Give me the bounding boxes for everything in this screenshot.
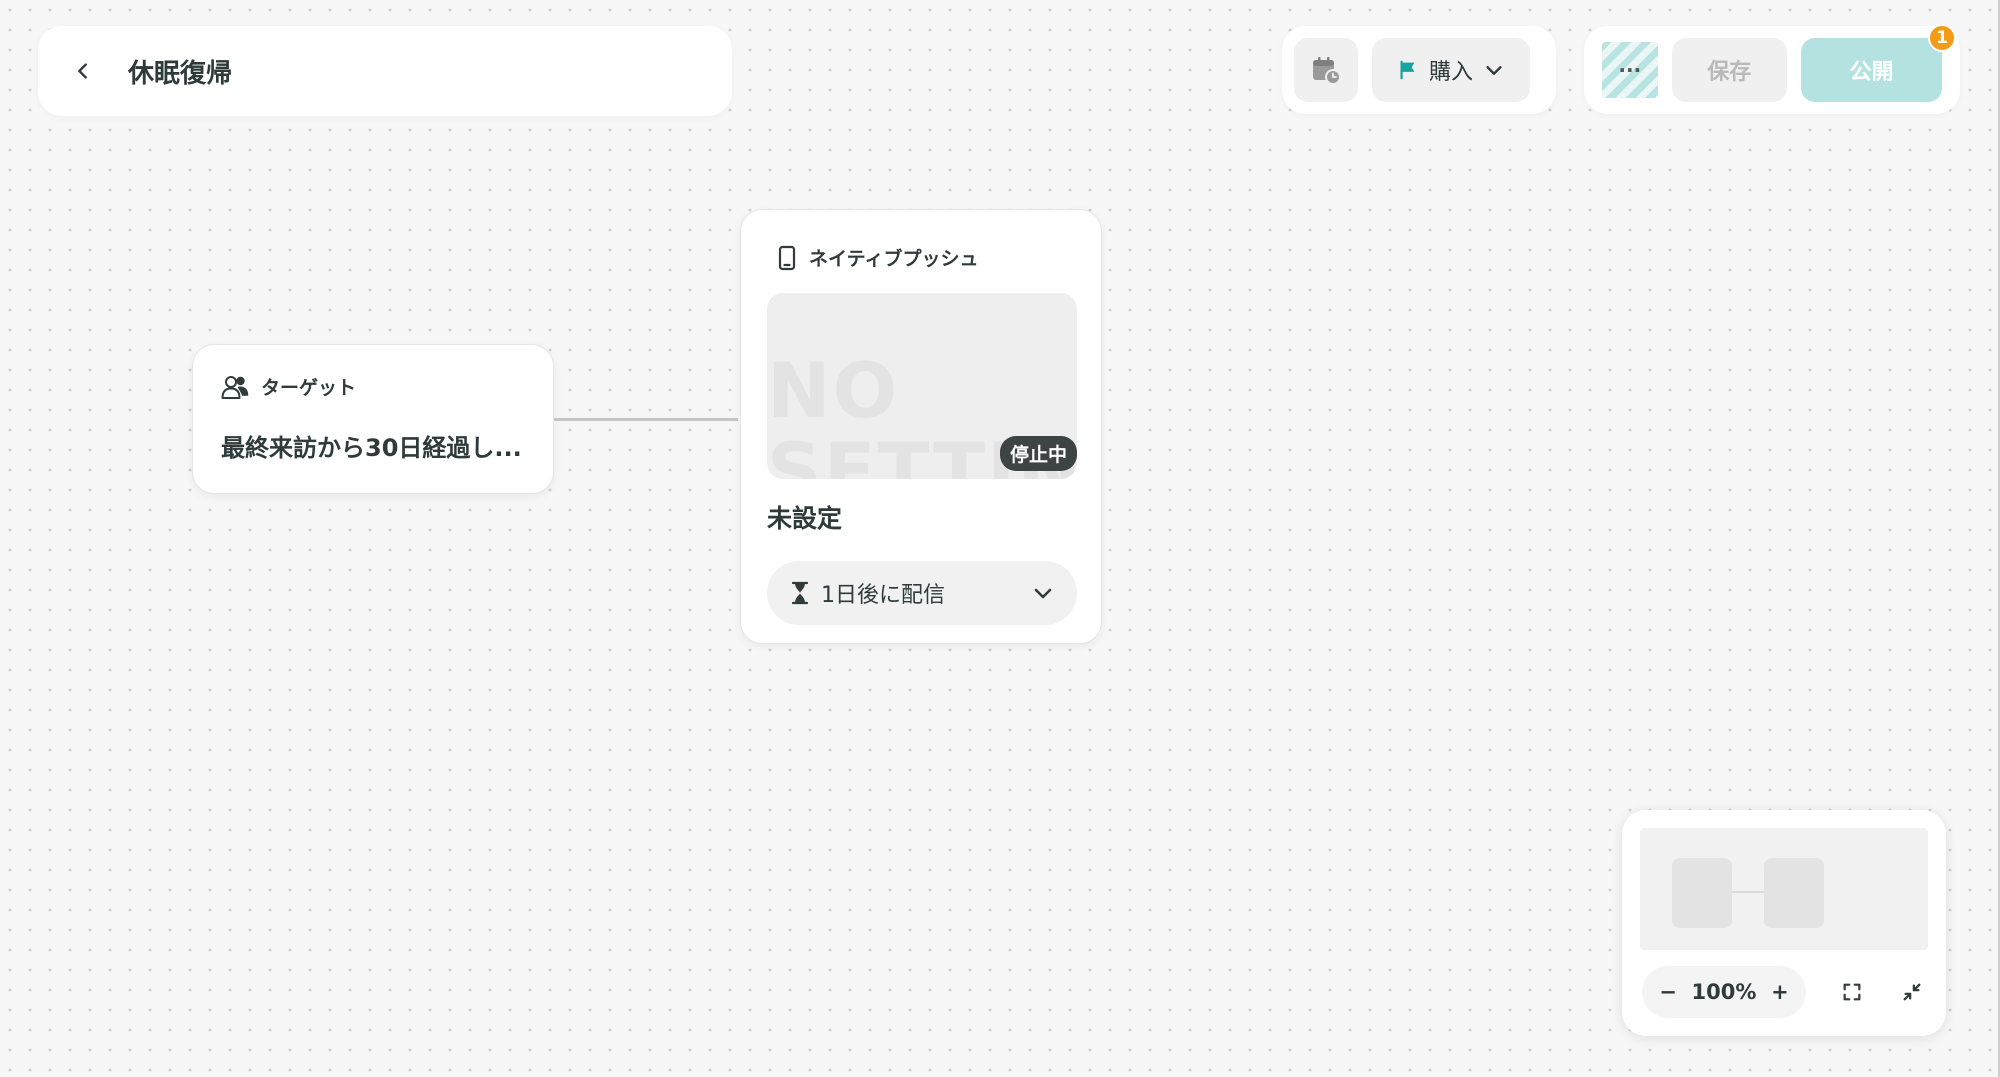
publish-button[interactable]: 公開 1: [1800, 24, 1956, 102]
collapse-button[interactable]: [1896, 976, 1928, 1008]
flag-icon: [1400, 60, 1415, 80]
publish-label: 公開: [1849, 60, 1894, 85]
notification-badge: 1: [1928, 24, 1956, 52]
node-connector: [554, 418, 738, 421]
hourglass-icon: [791, 581, 809, 605]
minus-icon: −: [1659, 980, 1677, 1004]
page-title: 休眠復帰: [128, 58, 233, 89]
delivery-timing-dropdown[interactable]: 1日後に配信: [767, 561, 1077, 625]
users-icon: [221, 375, 249, 399]
zoom-control: − 100% +: [1642, 966, 1806, 1018]
calendar-clock-icon: [1313, 57, 1341, 85]
status-badge: 停止中: [999, 436, 1077, 471]
schedule-button[interactable]: [1294, 38, 1358, 102]
toolbar-right: ··· 保存 公開 1: [1584, 24, 1960, 114]
push-preview: NO SETTING 停止中: [767, 293, 1077, 479]
goal-dropdown[interactable]: 購入: [1372, 38, 1530, 102]
more-button[interactable]: ···: [1602, 42, 1658, 98]
chevron-down-icon: [1034, 588, 1052, 599]
expand-icon: [1843, 983, 1861, 1001]
target-condition: 最終来訪から30日経過し...: [221, 434, 522, 462]
fit-view-button[interactable]: [1836, 976, 1868, 1008]
chevron-down-icon: [1486, 66, 1502, 75]
push-node-header: ネイティブプッシュ: [767, 244, 1075, 271]
target-node-label: ターゲット: [261, 377, 357, 399]
smartphone-icon: [778, 245, 796, 270]
zoom-level: 100%: [1691, 980, 1757, 1004]
minimap-panel: − 100% +: [1622, 810, 1946, 1036]
title-panel: 休眠復帰: [38, 26, 732, 116]
minimap-connector: [1732, 891, 1764, 893]
target-node-header: ターゲット: [221, 373, 525, 400]
delivery-timing-label: 1日後に配信: [821, 583, 945, 608]
zoom-out-button[interactable]: −: [1656, 980, 1680, 1004]
minimap-node: [1764, 858, 1824, 928]
zoom-in-button[interactable]: +: [1768, 980, 1792, 1004]
push-title: 未設定: [767, 504, 843, 533]
minimap-view[interactable]: [1640, 828, 1928, 950]
chevron-left-icon: [78, 63, 87, 79]
push-node[interactable]: ネイティブプッシュ NO SETTING 停止中 未設定 1日後に配信: [740, 209, 1102, 644]
target-node[interactable]: ターゲット 最終来訪から30日経過し...: [192, 344, 554, 494]
back-button[interactable]: [38, 26, 128, 116]
shrink-icon: [1903, 983, 1921, 1001]
goal-label: 購入: [1428, 60, 1473, 85]
more-icon: ···: [1618, 58, 1642, 82]
plus-icon: +: [1771, 980, 1789, 1004]
save-button[interactable]: 保存: [1671, 38, 1787, 102]
push-node-label: ネイティブプッシュ: [809, 248, 979, 270]
toolbar-left: 購入: [1282, 26, 1556, 114]
minimap-node: [1672, 858, 1732, 928]
